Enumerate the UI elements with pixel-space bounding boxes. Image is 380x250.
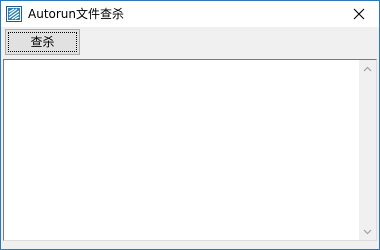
- close-button[interactable]: [339, 1, 379, 27]
- window-title: Autorun文件查杀: [28, 7, 125, 21]
- app-window: Autorun文件查杀 查杀: [0, 0, 380, 250]
- app-icon: [6, 6, 22, 22]
- toolbar: 查杀: [1, 27, 379, 59]
- scan-button[interactable]: 查杀: [5, 29, 80, 55]
- scroll-down-button[interactable]: [359, 223, 376, 240]
- bottom-strip: [1, 241, 379, 249]
- results-list[interactable]: [3, 59, 377, 241]
- scroll-up-button[interactable]: [359, 60, 376, 77]
- title-bar[interactable]: Autorun文件查杀: [1, 1, 379, 27]
- close-icon: [353, 8, 365, 20]
- vertical-scrollbar[interactable]: [359, 60, 376, 240]
- chevron-down-icon: [363, 229, 372, 234]
- chevron-up-icon: [363, 66, 372, 71]
